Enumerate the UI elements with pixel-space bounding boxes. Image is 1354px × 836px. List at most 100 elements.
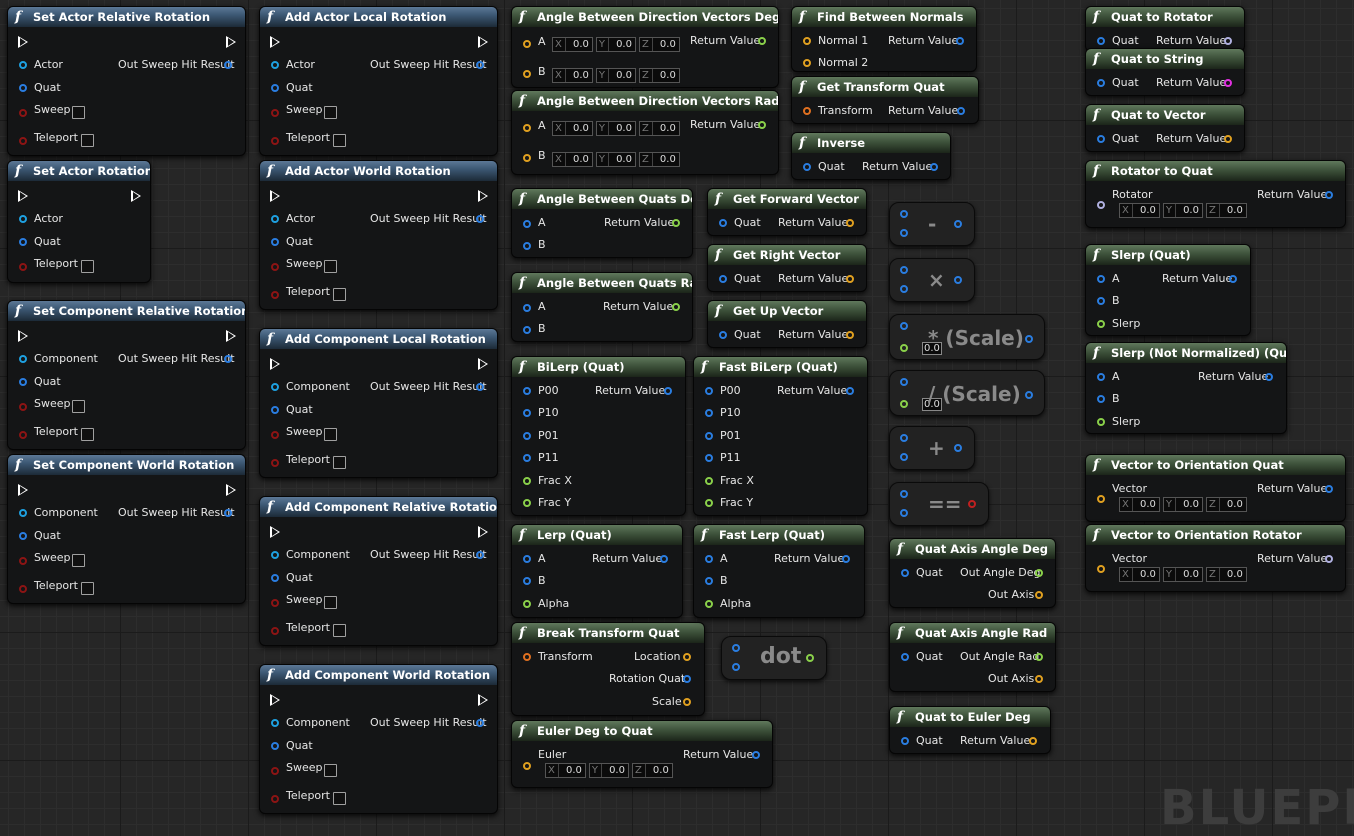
- scale-pin[interactable]: [900, 344, 908, 352]
- b-pin[interactable]: [523, 326, 531, 334]
- component-pin[interactable]: [271, 551, 279, 559]
- component-pin[interactable]: [19, 355, 27, 363]
- node-set-actor-rotation[interactable]: f Set Actor Rotation Actor Quat Teleport: [7, 160, 151, 283]
- return-value-pin[interactable]: [1325, 191, 1333, 199]
- node-euler-deg-to-quat[interactable]: f Euler Deg to Quat Euler X 0.0 Y 0.0 Z 0.0 …: [511, 720, 773, 788]
- p01-pin[interactable]: [705, 432, 713, 440]
- return-value-pin[interactable]: [930, 163, 938, 171]
- node-vector-to-orientation-rotator[interactable]: f Vector to Orientation Rotator Vector X0…: [1085, 524, 1346, 592]
- b-pin[interactable]: [1097, 297, 1105, 305]
- actor-pin[interactable]: [19, 215, 27, 223]
- exec-out-pin[interactable]: [478, 190, 488, 202]
- sweep-checkbox[interactable]: [324, 596, 337, 609]
- sweep-pin[interactable]: [271, 109, 279, 117]
- component-pin[interactable]: [271, 719, 279, 727]
- quat-pin[interactable]: [271, 742, 279, 750]
- b-pin[interactable]: [900, 509, 908, 517]
- return-value-pin[interactable]: [806, 654, 814, 662]
- b-pin[interactable]: [523, 70, 531, 78]
- a-pin[interactable]: [1097, 275, 1105, 283]
- exec-out-pin[interactable]: [131, 190, 141, 202]
- sweep-pin[interactable]: [271, 767, 279, 775]
- teleport-checkbox[interactable]: [333, 288, 346, 301]
- teleport-pin[interactable]: [271, 627, 279, 635]
- b-pin[interactable]: [900, 229, 908, 237]
- teleport-pin[interactable]: [19, 137, 27, 145]
- location-pin[interactable]: [683, 653, 691, 661]
- quat-pin[interactable]: [719, 331, 727, 339]
- a-pin[interactable]: [900, 378, 908, 386]
- node-break-transform-quat[interactable]: f Break Transform Quat Transform Location…: [511, 622, 705, 716]
- sweep-checkbox[interactable]: [324, 106, 337, 119]
- a-pin[interactable]: [900, 322, 908, 330]
- vector-pin[interactable]: [1097, 495, 1105, 503]
- return-value-pin[interactable]: [846, 331, 854, 339]
- rotation-quat-pin[interactable]: [683, 675, 691, 683]
- sweep-checkbox[interactable]: [72, 106, 85, 119]
- b-pin[interactable]: [705, 577, 713, 585]
- exec-out-pin[interactable]: [226, 36, 236, 48]
- quat-pin[interactable]: [271, 84, 279, 92]
- quat-pin[interactable]: [901, 737, 909, 745]
- return-value-pin[interactable]: [1265, 373, 1273, 381]
- teleport-checkbox[interactable]: [81, 582, 94, 595]
- transform-pin[interactable]: [523, 653, 531, 661]
- exec-in-pin[interactable]: [18, 36, 28, 48]
- teleport-pin[interactable]: [271, 137, 279, 145]
- exec-in-pin[interactable]: [18, 190, 28, 202]
- return-value-pin[interactable]: [1229, 275, 1237, 283]
- node-quat-to-rotator[interactable]: f Quat to Rotator Quat Return Value: [1085, 6, 1245, 52]
- alpha-pin[interactable]: [705, 600, 713, 608]
- p00-pin[interactable]: [705, 387, 713, 395]
- return-value-pin[interactable]: [957, 107, 965, 115]
- exec-in-pin[interactable]: [270, 36, 280, 48]
- return-value-pin[interactable]: [954, 276, 962, 284]
- vector-input-b[interactable]: X 0.0 Y 0.0 Z 0.0: [552, 152, 680, 167]
- exec-out-pin[interactable]: [478, 358, 488, 370]
- actor-pin[interactable]: [19, 61, 27, 69]
- node-angle-between-quats-deg[interactable]: f Angle Between Quats Deg A Return Value …: [511, 188, 693, 258]
- return-value-pin[interactable]: [752, 751, 760, 759]
- b-pin[interactable]: [900, 285, 908, 293]
- return-value-pin[interactable]: [1325, 485, 1333, 493]
- return-value-pin[interactable]: [1025, 335, 1033, 343]
- node-inverse[interactable]: f Inverse Quat Return Value: [791, 132, 951, 180]
- node-quat-to-string[interactable]: f Quat to String Quat Return Value: [1085, 48, 1245, 96]
- sweep-pin[interactable]: [19, 403, 27, 411]
- a-pin[interactable]: [523, 40, 531, 48]
- normal-2-pin[interactable]: [803, 59, 811, 67]
- return-value-pin[interactable]: [660, 555, 668, 563]
- actor-pin[interactable]: [271, 61, 279, 69]
- multiply-operator-node[interactable]: ×: [889, 258, 975, 302]
- a-pin[interactable]: [900, 490, 908, 498]
- node-vector-to-orientation-quat[interactable]: f Vector to Orientation Quat Vector X 0.0 …: [1085, 454, 1346, 522]
- node-set-component-world-rotation[interactable]: f Set Component World Rotation Component …: [7, 454, 246, 604]
- return-value-pin[interactable]: [846, 387, 854, 395]
- slerp-pin[interactable]: [1097, 320, 1105, 328]
- return-value-pin[interactable]: [1029, 737, 1037, 745]
- quat-pin[interactable]: [1097, 135, 1105, 143]
- teleport-pin[interactable]: [19, 431, 27, 439]
- b-pin[interactable]: [1097, 395, 1105, 403]
- scale-pin[interactable]: [900, 400, 908, 408]
- quat-pin[interactable]: [901, 569, 909, 577]
- node-quat-to-euler-deg[interactable]: f Quat to Euler Deg Quat Return Value: [889, 706, 1051, 754]
- vector-input[interactable]: X 0.0 Y 0.0 Z 0.0: [1119, 497, 1247, 512]
- node-add-component-world-rotation[interactable]: f Add Component World Rotation Component …: [259, 664, 498, 814]
- transform-pin[interactable]: [803, 107, 811, 115]
- return-value-pin[interactable]: [664, 387, 672, 395]
- b-pin[interactable]: [523, 242, 531, 250]
- frac-x-pin[interactable]: [523, 477, 531, 485]
- a-pin[interactable]: [900, 266, 908, 274]
- out-sweep-hit-pin[interactable]: [224, 61, 232, 69]
- out-sweep-hit-pin[interactable]: [476, 719, 484, 727]
- quat-pin[interactable]: [719, 275, 727, 283]
- node-bilerp-quat[interactable]: f BiLerp (Quat) P00 Return Value P10 P01 …: [511, 356, 686, 516]
- p10-pin[interactable]: [523, 409, 531, 417]
- return-value-pin[interactable]: [758, 37, 766, 45]
- quat-pin[interactable]: [19, 532, 27, 540]
- euler-pin[interactable]: [523, 762, 531, 770]
- out-sweep-hit-pin[interactable]: [476, 383, 484, 391]
- teleport-checkbox[interactable]: [81, 260, 94, 273]
- sweep-checkbox[interactable]: [72, 400, 85, 413]
